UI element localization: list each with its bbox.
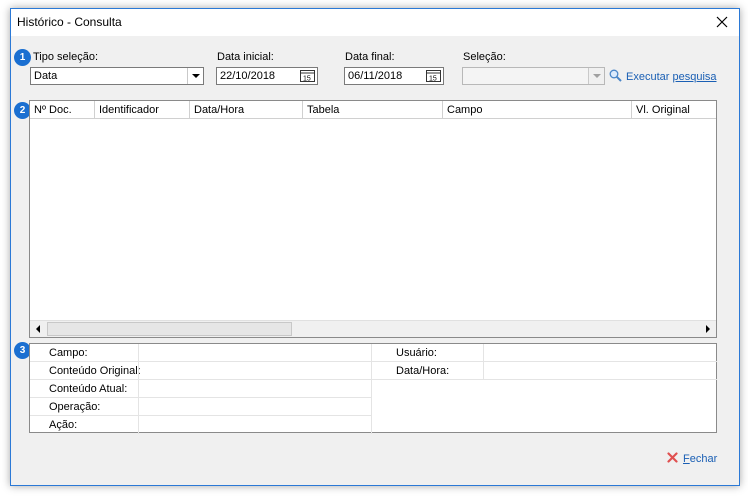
grid-header: Nº Doc. Identificador Data/Hora Tabela C… <box>30 101 716 119</box>
data-inicial-label: Data inicial: <box>217 51 274 63</box>
column-header-identificador[interactable]: Identificador <box>95 101 190 119</box>
data-final-value: 06/11/2018 <box>348 70 403 82</box>
detail-label-campo: Campo: <box>49 347 88 359</box>
detail-label-conteudo-atual: Conteúdo Atual: <box>49 383 128 395</box>
detail-value-data-hora <box>483 362 717 380</box>
detail-value-operacao <box>138 398 372 416</box>
step-badge-1: 1 <box>14 49 31 66</box>
execute-search-underlined: pesquisa <box>672 70 717 83</box>
detail-value-usuario <box>483 344 717 362</box>
detail-value-conteudo-original <box>138 362 372 380</box>
calendar-icon[interactable]: 15 <box>426 70 441 83</box>
detail-row-usuario: Usuário: <box>372 344 717 362</box>
detail-label-operacao: Operação: <box>49 401 101 413</box>
details-panel: Campo: Conteúdo Original: Conteúdo Atual… <box>29 343 717 434</box>
close-button-rest: echar <box>689 452 718 465</box>
detail-label-conteudo-original: Conteúdo Original: <box>49 365 141 377</box>
tipo-selecao-label: Tipo seleção: <box>33 51 99 63</box>
data-inicial-value: 22/10/2018 <box>220 70 276 82</box>
data-final-field[interactable]: 06/11/2018 15 <box>344 67 444 85</box>
detail-row-conteudo-atual: Conteúdo Atual: <box>30 380 372 398</box>
execute-search-prefix: Executar <box>626 70 673 83</box>
detail-row-data-hora: Data/Hora: <box>372 362 717 380</box>
detail-row-conteudo-original: Conteúdo Original: <box>30 362 372 380</box>
svg-text:15: 15 <box>303 76 311 83</box>
title-bar: Histórico - Consulta <box>11 9 739 36</box>
window-title: Histórico - Consulta <box>17 15 122 29</box>
detail-value-campo <box>138 344 372 362</box>
red-x-icon <box>667 452 678 466</box>
column-header-tabela[interactable]: Tabela <box>303 101 443 119</box>
tipo-selecao-dropdown[interactable]: Data <box>30 67 204 85</box>
history-grid[interactable]: Nº Doc. Identificador Data/Hora Tabela C… <box>29 100 717 338</box>
column-header-no-doc[interactable]: Nº Doc. <box>30 101 95 119</box>
detail-row-campo: Campo: <box>30 344 372 362</box>
data-final-label: Data final: <box>345 51 395 63</box>
tipo-selecao-value: Data <box>34 70 58 82</box>
calendar-icon[interactable]: 15 <box>300 70 315 83</box>
detail-label-acao: Ação: <box>49 419 78 431</box>
arrow-right-icon[interactable] <box>699 321 716 337</box>
column-header-campo[interactable]: Campo <box>443 101 632 119</box>
chevron-down-icon[interactable] <box>588 68 604 84</box>
magnifier-icon <box>609 69 622 85</box>
horizontal-scrollbar[interactable] <box>30 320 716 337</box>
chevron-down-icon[interactable] <box>187 68 203 84</box>
detail-row-acao: Ação: <box>30 416 372 434</box>
close-icon[interactable] <box>713 13 731 31</box>
detail-value-acao <box>138 416 372 434</box>
execute-search-link[interactable]: Executar pesquisa <box>609 69 717 85</box>
svg-text:15: 15 <box>429 76 437 83</box>
selecao-label: Seleção: <box>463 51 506 63</box>
column-header-vl-original[interactable]: Vl. Original <box>632 101 718 119</box>
detail-row-operacao: Operação: <box>30 398 372 416</box>
detail-label-data-hora: Data/Hora: <box>396 365 450 377</box>
close-button-underlined: F <box>683 452 690 465</box>
detail-label-usuario: Usuário: <box>396 347 437 359</box>
close-button[interactable]: Fechar <box>667 452 717 466</box>
dialog-content: 1 Tipo seleção: Data Data inicial: 22/10… <box>11 36 739 485</box>
arrow-left-icon[interactable] <box>30 321 47 337</box>
history-dialog: Histórico - Consulta 1 Tipo seleção: Dat… <box>10 8 740 486</box>
column-header-data-hora[interactable]: Data/Hora <box>190 101 303 119</box>
detail-value-conteudo-atual <box>138 380 372 398</box>
selecao-dropdown[interactable] <box>462 67 605 85</box>
scrollbar-thumb[interactable] <box>47 322 292 336</box>
data-inicial-field[interactable]: 22/10/2018 15 <box>216 67 318 85</box>
